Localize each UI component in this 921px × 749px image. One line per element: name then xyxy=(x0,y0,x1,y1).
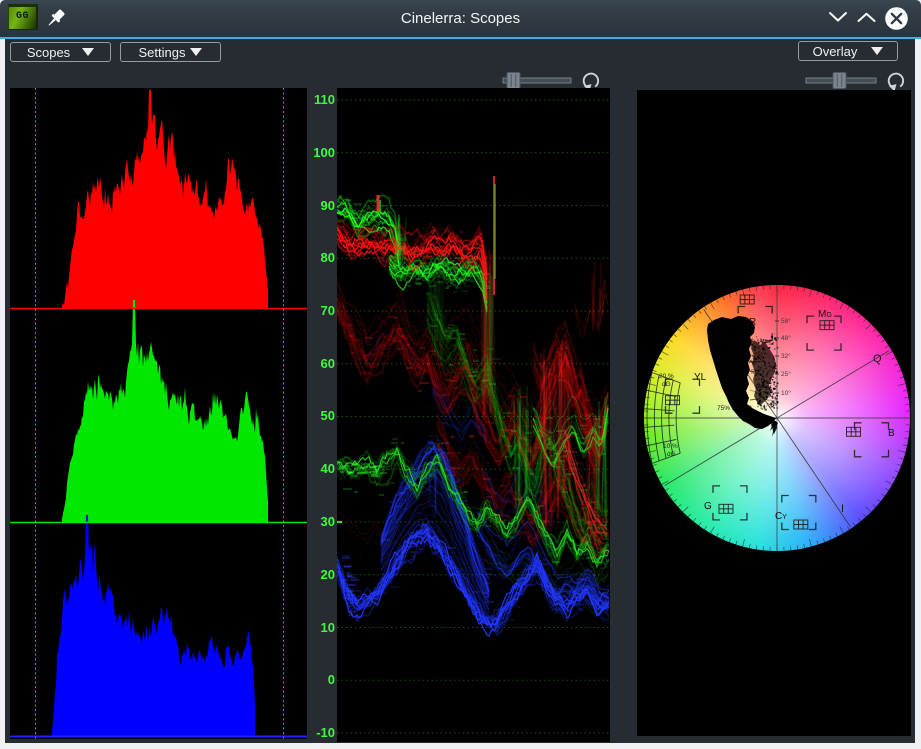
svg-text:10°: 10° xyxy=(781,389,791,397)
svg-text:Q: Q xyxy=(873,353,882,365)
svg-text:CY: CY xyxy=(775,511,787,522)
svg-text:YL: YL xyxy=(694,372,707,383)
svg-text:dG: dG xyxy=(667,451,676,458)
svg-text:25°: 25° xyxy=(781,370,791,378)
svg-text:MG: MG xyxy=(818,309,832,320)
svg-text:48°: 48° xyxy=(781,334,791,342)
svg-text:G: G xyxy=(704,501,712,512)
svg-text:58°: 58° xyxy=(781,317,791,325)
svg-text:dG: dG xyxy=(662,381,671,388)
svg-text:10 %: 10 % xyxy=(663,443,678,450)
svg-text:20 %: 20 % xyxy=(659,373,674,380)
svg-text:I: I xyxy=(841,503,844,515)
svg-text:B: B xyxy=(888,428,895,439)
svg-text:32°: 32° xyxy=(781,352,791,360)
